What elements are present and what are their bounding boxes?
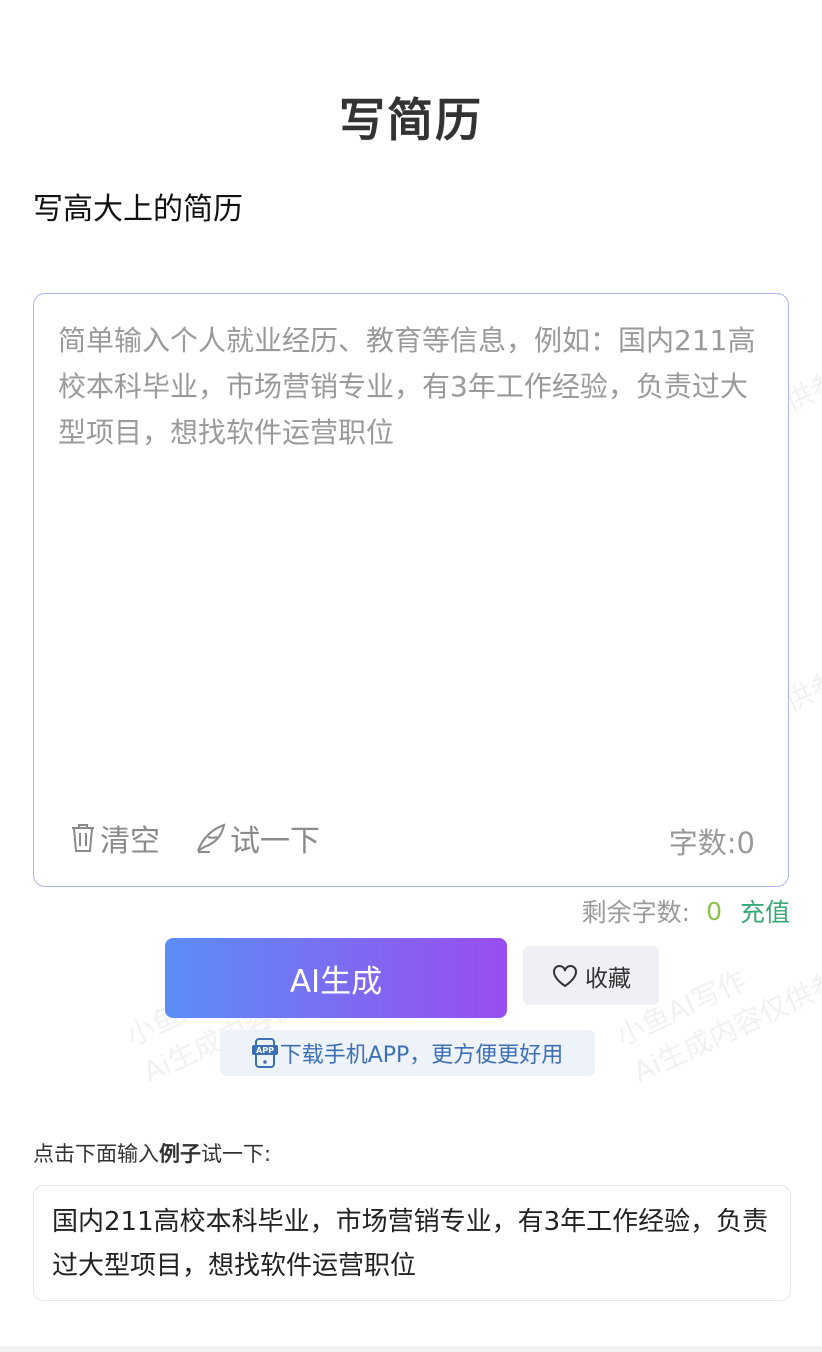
bottom-divider	[0, 1346, 822, 1352]
remaining-quota-label: 剩余字数:	[581, 898, 691, 927]
svg-text:APP: APP	[256, 1046, 274, 1055]
page-title: 写简历	[339, 93, 483, 147]
resume-info-input[interactable]	[34, 294, 787, 794]
example-hint-bold: 例子	[159, 1142, 201, 1166]
clear-button[interactable]: 清空	[68, 816, 160, 860]
input-card: 清空 试一下 字数:0	[33, 293, 789, 887]
remaining-quota-value: 0	[706, 896, 722, 926]
app-phone-icon: APP	[251, 1038, 278, 1068]
download-app-banner[interactable]: APP 下载手机APP，更方便更好用	[220, 1030, 595, 1076]
char-count-label: 字数:	[668, 826, 737, 860]
clear-button-label: 清空	[100, 824, 160, 859]
try-example-button[interactable]: 试一下	[194, 816, 320, 860]
char-count-value: 0	[736, 826, 755, 860]
download-app-label: 下载手机APP，更方便更好用	[279, 1043, 564, 1068]
input-toolbar: 清空 试一下 字数:0	[34, 794, 787, 886]
trash-icon	[72, 824, 94, 852]
example-hint-prefix: 点击下面输入	[33, 1142, 159, 1166]
recharge-link[interactable]: 充值	[740, 893, 790, 929]
remaining-quota: 剩余字数: 0 充值	[582, 893, 790, 929]
try-example-label: 试一下	[230, 824, 320, 859]
page-subtitle: 写高大上的简历	[33, 192, 243, 227]
favorite-button-label: 收藏	[585, 965, 631, 992]
example-item[interactable]: 国内211高校本科毕业，市场营销专业，有3年工作经验，负责过大型项目，想找软件运…	[33, 1185, 791, 1301]
char-count: 字数:0	[669, 820, 755, 862]
favorite-button[interactable]: 收藏	[523, 946, 659, 1005]
example-hint-suffix: 试一下:	[201, 1142, 272, 1166]
ai-generate-button[interactable]: AI生成	[165, 938, 507, 1018]
example-hint: 点击下面输入例子试一下:	[33, 1138, 271, 1168]
quill-icon	[197, 823, 226, 853]
heart-icon	[553, 964, 577, 987]
